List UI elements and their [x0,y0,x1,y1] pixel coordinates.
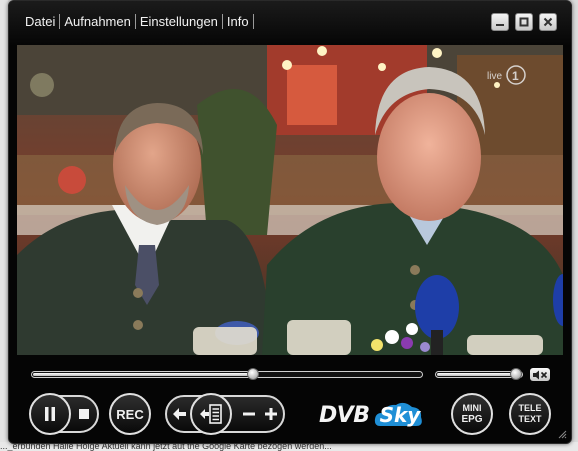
logo-sky-badge: Sky [374,402,427,427]
mute-button[interactable] [530,368,550,381]
close-icon [543,17,553,27]
mini-epg-label-line2: EPG [461,414,483,425]
menu-item-datei[interactable]: Datei [21,14,59,29]
video-area[interactable]: live 1 [17,45,563,355]
stop-icon [79,409,89,419]
dvbsky-logo: DVB Sky [319,399,426,431]
minimize-button[interactable] [491,13,509,31]
minimize-icon [496,24,504,26]
channel-logo-number: 1 [512,69,519,83]
video-frame: live 1 [17,45,563,355]
pause-button[interactable] [29,393,71,435]
close-button[interactable] [539,13,557,31]
arrow-left-icon [173,408,186,420]
channel-logo-text: live [487,71,502,82]
mini-epg-label-line1: MINI [462,403,482,413]
mini-epg-button[interactable]: MINI EPG [451,393,493,435]
record-button[interactable]: REC [109,393,151,435]
logo-text-sky: Sky [379,403,421,427]
menu-item-info[interactable]: Info [223,14,253,29]
speaker-muted-icon [533,370,548,379]
control-panel: REC DVB Sky MINI EPG TELE TEXT [9,355,571,443]
progress-bar[interactable] [31,371,423,378]
stop-button[interactable] [76,406,92,422]
menu-item-aufnahmen[interactable]: Aufnahmen [60,14,135,29]
maximize-icon [519,17,529,27]
plus-button[interactable] [262,405,280,423]
menu-bar: Datei Aufnahmen Einstellungen Info [21,14,254,29]
teletext-label: TELE TEXT [518,403,541,425]
volume-handle[interactable] [510,368,522,380]
channel-list-button[interactable] [190,393,232,435]
player-window: Datei Aufnahmen Einstellungen Info live … [8,0,572,444]
teletext-label-line1: TELE [518,403,542,413]
record-label: REC [116,406,144,422]
channel-list-icon [200,404,222,424]
logo-text-dvb: DVB [319,402,370,428]
minus-icon [243,412,255,416]
pause-icon [45,407,55,421]
plus-icon [265,408,277,420]
progress-fill [33,373,255,376]
title-bar[interactable]: Datei Aufnahmen Einstellungen Info [9,1,571,45]
volume-fill [437,373,518,376]
menu-separator [252,14,254,29]
window-controls [491,13,557,31]
background-page [0,0,8,442]
resize-grip-icon[interactable] [557,429,567,439]
maximize-button[interactable] [515,13,533,31]
mini-epg-label: MINI EPG [461,403,482,425]
minus-button[interactable] [240,405,258,423]
teletext-label-line2: TEXT [518,414,542,424]
menu-item-einstellungen[interactable]: Einstellungen [136,14,222,29]
teletext-button[interactable]: TELE TEXT [509,393,551,435]
back-button[interactable] [171,405,189,423]
progress-handle[interactable] [247,368,259,380]
